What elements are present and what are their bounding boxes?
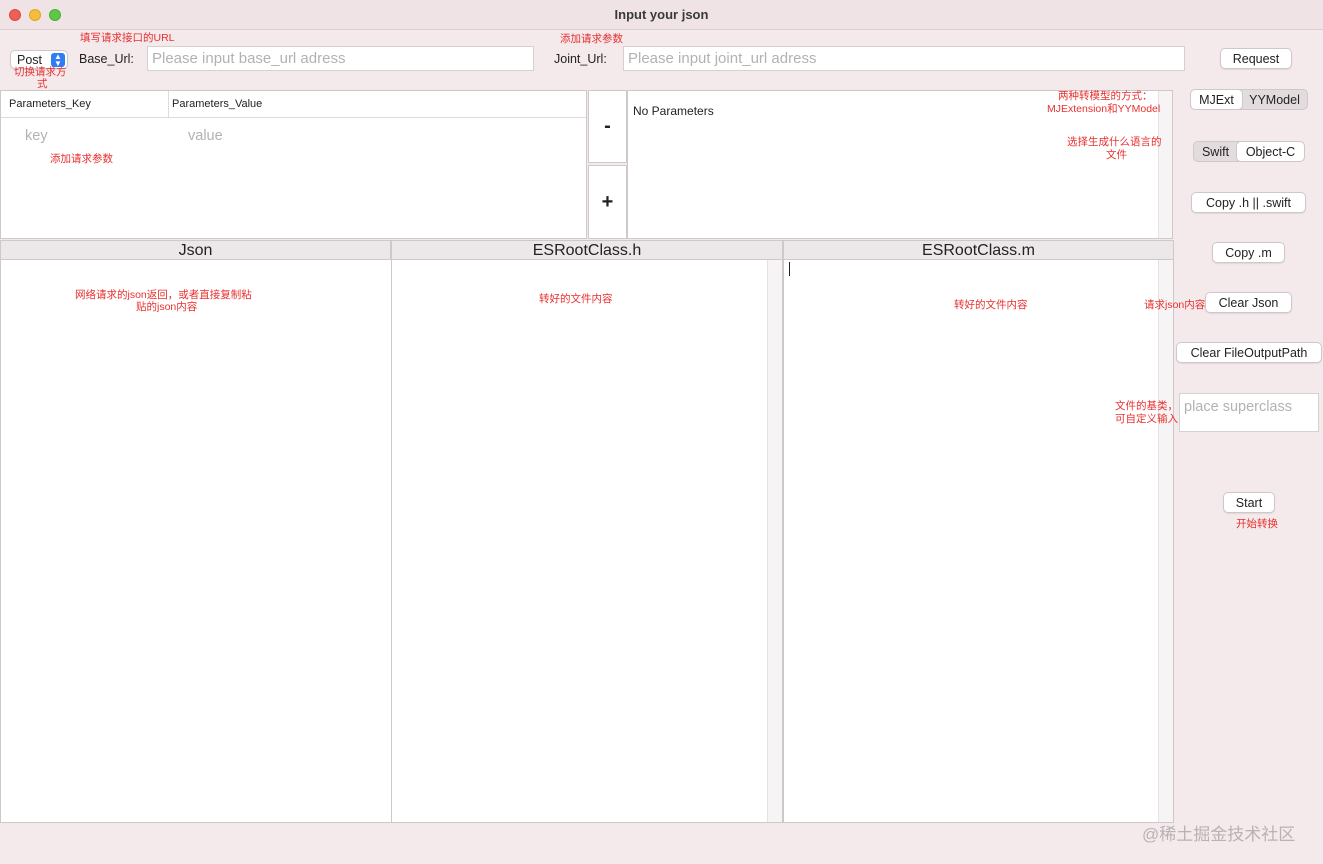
add-parameter-button[interactable]: + — [588, 165, 627, 239]
joint-url-hint: 添加请求参数 — [560, 33, 623, 45]
method-select-value: Post — [17, 52, 43, 67]
base-url-input[interactable] — [147, 46, 534, 71]
lang-hint-line2: 文件 — [1106, 149, 1127, 161]
parameter-value-placeholder[interactable]: value — [188, 128, 223, 144]
parameters-table-header: Parameters_Key Parameters_Value — [1, 91, 586, 118]
text-cursor — [789, 262, 790, 276]
joint-url-input[interactable] — [623, 46, 1185, 71]
model-option-yymodel[interactable]: YYModel — [1242, 90, 1307, 109]
json-hint-line1: 网络请求的json返回，或者直接复制粘 — [75, 289, 252, 301]
h-file-text-area[interactable] — [391, 260, 783, 823]
request-button[interactable]: Request — [1220, 48, 1292, 69]
request-json-hint: 请求json内容 — [1144, 299, 1206, 311]
method-hint-line1: 切换请求方 — [14, 66, 67, 78]
language-option-objc[interactable]: Object-C — [1237, 142, 1304, 161]
clear-output-path-button[interactable]: Clear FileOutputPath — [1176, 342, 1322, 363]
json-hint-line2: 贴的json内容 — [136, 301, 198, 313]
parameters-value-header: Parameters_Value — [172, 98, 263, 110]
model-option-mjext[interactable]: MJExt — [1191, 90, 1242, 109]
superclass-hint-line2: 可自定义输入 — [1115, 413, 1178, 425]
model-segmented-control[interactable]: MJExt YYModel — [1190, 89, 1308, 110]
parameters-key-header: Parameters_Key — [1, 91, 169, 117]
h-file-scrollbar[interactable] — [767, 260, 782, 822]
json-column-header: Json — [0, 240, 391, 260]
m-file-text-area[interactable] — [783, 260, 1174, 823]
remove-parameter-button[interactable]: - — [588, 90, 627, 163]
clear-json-button[interactable]: Clear Json — [1205, 292, 1292, 313]
copy-h-button[interactable]: Copy .h || .swift — [1191, 192, 1306, 213]
base-url-label: Base_Url: — [79, 52, 134, 66]
url-hint: 填写请求接口的URL — [80, 32, 175, 44]
m-file-hint: 转好的文件内容 — [954, 299, 1028, 311]
select-arrows-icon: ▲ ▼ — [51, 53, 65, 68]
language-option-swift[interactable]: Swift — [1194, 142, 1237, 161]
m-file-scrollbar[interactable] — [1158, 260, 1173, 822]
json-text-area[interactable] — [0, 260, 392, 823]
method-hint-line2: 式 — [37, 78, 48, 90]
params-hint: 添加请求参数 — [50, 153, 113, 165]
m-file-column-header: ESRootClass.m — [783, 240, 1174, 260]
model-hint-line1: 两种转模型的方式： — [1058, 90, 1153, 102]
watermark: @稀土掘金技术社区 — [1142, 825, 1296, 844]
model-hint-line2: MJExtension和YYModel — [1047, 103, 1161, 115]
superclass-input[interactable] — [1179, 393, 1319, 432]
parameter-key-placeholder[interactable]: key — [25, 128, 48, 144]
language-segmented-control[interactable]: Swift Object-C — [1193, 141, 1305, 162]
parameter-row[interactable]: key value — [1, 118, 586, 158]
window-title: Input your json — [614, 7, 709, 22]
start-hint: 开始转换 — [1236, 518, 1278, 530]
superclass-hint-line1: 文件的基类， — [1115, 400, 1178, 412]
parameters-preview-text: No Parameters — [633, 104, 714, 118]
h-file-column-header: ESRootClass.h — [391, 240, 783, 260]
copy-m-button[interactable]: Copy .m — [1212, 242, 1285, 263]
h-file-hint: 转好的文件内容 — [539, 293, 613, 305]
lang-hint-line1: 选择生成什么语言的 — [1067, 136, 1162, 148]
joint-url-label: Joint_Url: — [554, 52, 607, 66]
start-button[interactable]: Start — [1223, 492, 1275, 513]
